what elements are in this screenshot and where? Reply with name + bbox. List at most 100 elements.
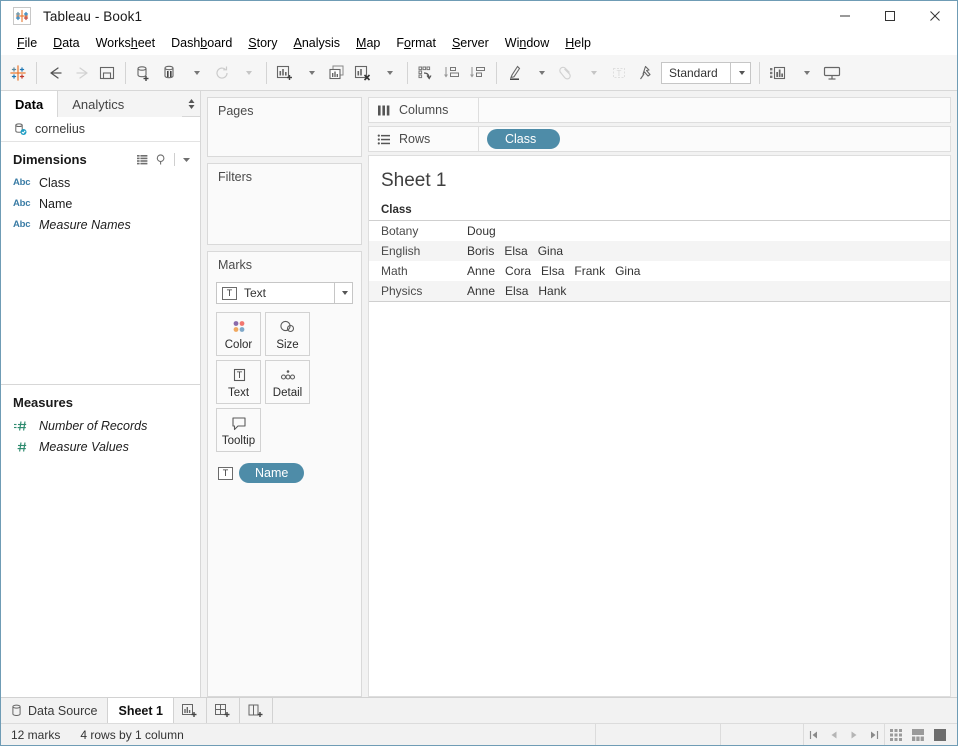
- divider: [174, 152, 175, 166]
- highlight-icon[interactable]: [502, 59, 528, 87]
- minimize-button[interactable]: [822, 1, 867, 31]
- view-column: Columns Rows Class Sheet 1 Class Botany …: [368, 91, 957, 697]
- new-worksheet-dropdown-icon[interactable]: [298, 59, 324, 87]
- first-page-icon[interactable]: [804, 724, 824, 745]
- new-data-source-icon[interactable]: [131, 59, 157, 87]
- forward-arrow-icon[interactable]: [68, 59, 94, 87]
- search-icon[interactable]: [155, 153, 168, 166]
- menu-worksheet[interactable]: Worksheet: [88, 34, 164, 52]
- marks-tooltip-button[interactable]: Tooltip: [216, 408, 261, 452]
- table-row[interactable]: Physics Anne Elsa Hank: [369, 281, 950, 301]
- hash-icon: [13, 440, 39, 454]
- field-measure-names[interactable]: Abc Measure Names: [1, 214, 200, 235]
- table-column-header: Class: [381, 204, 412, 216]
- mark-type-dropdown-icon[interactable]: [334, 283, 352, 303]
- datasource-name: cornelius: [35, 122, 86, 136]
- fix-axes-icon[interactable]: [632, 59, 658, 87]
- datasource-row[interactable]: cornelius: [1, 117, 200, 142]
- table-row[interactable]: Botany Doug: [369, 221, 950, 241]
- tab-analytics[interactable]: Analytics: [58, 91, 182, 117]
- data-pane-collapse-icon[interactable]: [182, 91, 200, 116]
- split-layout-icon[interactable]: [907, 724, 929, 745]
- marks-pill-name[interactable]: Name: [239, 463, 305, 483]
- duplicate-sheet-icon[interactable]: [324, 59, 350, 87]
- menu-window[interactable]: Window: [497, 34, 557, 52]
- table-row-class: Math: [381, 264, 408, 278]
- grid-view-icon[interactable]: [136, 153, 149, 166]
- tab-data[interactable]: Data: [1, 91, 59, 117]
- color-palette-icon: [229, 317, 249, 337]
- grid-layout-icon[interactable]: [885, 724, 907, 745]
- clear-sheet-icon[interactable]: [350, 59, 376, 87]
- rows-shelf-dropzone[interactable]: Class: [479, 127, 950, 151]
- close-button[interactable]: [912, 1, 957, 31]
- refresh-dropdown-icon[interactable]: [235, 59, 261, 87]
- rows-pill-class[interactable]: Class: [487, 129, 561, 149]
- menu-help[interactable]: Help: [557, 34, 599, 52]
- mark-label: Doug: [467, 224, 496, 238]
- show-me-icon[interactable]: [765, 59, 793, 87]
- sort-descending-icon[interactable]: [465, 59, 491, 87]
- previous-page-icon[interactable]: [824, 724, 844, 745]
- last-page-icon[interactable]: [864, 724, 884, 745]
- marks-card: Marks T Text Color Size T Text Detail To…: [207, 251, 362, 697]
- table-row[interactable]: Math Anne Cora Elsa Frank Gina: [369, 261, 950, 281]
- menu-dashboard[interactable]: Dashboard: [163, 34, 240, 52]
- maximize-button[interactable]: [867, 1, 912, 31]
- menu-map[interactable]: Map: [348, 34, 388, 52]
- swap-rows-columns-icon[interactable]: [413, 59, 439, 87]
- tab-data-source[interactable]: Data Source: [1, 698, 109, 723]
- field-number-of-records[interactable]: Number of Records: [1, 415, 200, 436]
- tableau-home-icon[interactable]: [5, 59, 31, 87]
- full-layout-icon[interactable]: [929, 724, 951, 745]
- filters-card[interactable]: Filters: [207, 163, 362, 245]
- table-row-class: English: [381, 244, 421, 258]
- chevron-down-icon[interactable]: [181, 154, 192, 165]
- new-dashboard-tab-icon[interactable]: [207, 698, 240, 723]
- table-row[interactable]: English Boris Elsa Gina: [369, 241, 950, 261]
- show-mark-labels-icon[interactable]: T: [606, 59, 632, 87]
- menu-story[interactable]: Story: [240, 34, 285, 52]
- tab-sheet-1[interactable]: Sheet 1: [108, 698, 174, 723]
- fit-size-select[interactable]: Standard: [661, 61, 751, 84]
- rows-shelf-label: Rows: [369, 127, 479, 151]
- clear-sheet-dropdown-icon[interactable]: [376, 59, 402, 87]
- worksheet-viewport[interactable]: Sheet 1 Class Botany Doug English Boris: [368, 155, 951, 697]
- dimensions-title: Dimensions: [13, 151, 87, 167]
- field-measure-values[interactable]: Measure Values: [1, 436, 200, 457]
- save-icon[interactable]: [94, 59, 120, 87]
- pause-dropdown-icon[interactable]: [183, 59, 209, 87]
- menu-server[interactable]: Server: [444, 34, 497, 52]
- menu-format[interactable]: Format: [388, 34, 444, 52]
- menu-analysis[interactable]: Analysis: [285, 34, 348, 52]
- show-me-dropdown-icon[interactable]: [793, 59, 819, 87]
- new-worksheet-tab-icon[interactable]: [174, 698, 207, 723]
- fit-size-dropdown-icon[interactable]: [730, 62, 750, 83]
- marks-detail-button[interactable]: Detail: [265, 360, 310, 404]
- new-worksheet-icon[interactable]: [272, 59, 298, 87]
- field-name[interactable]: Abc Name: [1, 193, 200, 214]
- columns-shelf-dropzone[interactable]: [479, 98, 950, 122]
- highlight-dropdown-icon[interactable]: [528, 59, 554, 87]
- rows-shelf[interactable]: Rows Class: [368, 126, 951, 152]
- new-story-tab-icon[interactable]: [240, 698, 273, 723]
- mark-type-select[interactable]: T Text: [216, 282, 353, 304]
- menu-data[interactable]: Data: [45, 34, 87, 52]
- menu-file[interactable]: File: [9, 34, 45, 52]
- field-class[interactable]: Abc Class: [1, 172, 200, 193]
- refresh-data-source-icon[interactable]: [209, 59, 235, 87]
- group-dropdown-icon[interactable]: [580, 59, 606, 87]
- mark-label: Frank: [574, 264, 606, 278]
- pages-card[interactable]: Pages: [207, 97, 362, 157]
- marks-size-button[interactable]: Size: [265, 312, 310, 356]
- group-members-icon[interactable]: [554, 59, 580, 87]
- sort-ascending-icon[interactable]: [439, 59, 465, 87]
- presentation-mode-icon[interactable]: [819, 59, 845, 87]
- columns-shelf[interactable]: Columns: [368, 97, 951, 123]
- marks-text-button[interactable]: T Text: [216, 360, 261, 404]
- next-page-icon[interactable]: [844, 724, 864, 745]
- back-arrow-icon[interactable]: [42, 59, 68, 87]
- marks-color-button[interactable]: Color: [216, 312, 261, 356]
- pause-data-updates-icon[interactable]: [157, 59, 183, 87]
- toolbar-divider: [759, 61, 760, 84]
